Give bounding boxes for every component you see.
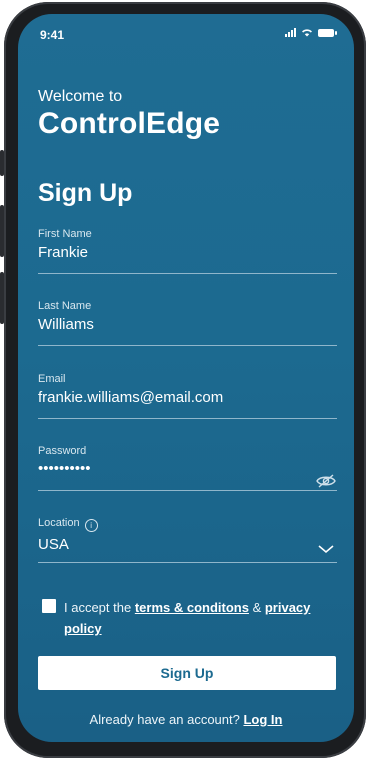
- eye-off-icon[interactable]: [315, 473, 337, 489]
- login-link[interactable]: Log In: [243, 712, 282, 727]
- email-field[interactable]: Email frankie.williams@email.com: [38, 373, 337, 419]
- location-value[interactable]: USA: [38, 536, 337, 556]
- field-underline: [38, 273, 337, 274]
- last-name-input[interactable]: Williams: [38, 316, 337, 336]
- terms-text: I accept the terms & conditons & privacy…: [64, 597, 342, 639]
- side-button: [0, 272, 4, 324]
- location-label: Location: [38, 517, 80, 529]
- brand-name: ControlEdge: [38, 107, 221, 140]
- password-field[interactable]: Password ••••••••••: [38, 445, 337, 491]
- terms-row: I accept the terms & conditons & privacy…: [42, 597, 342, 639]
- password-label: Password: [38, 445, 87, 457]
- terms-prefix: I accept the: [64, 600, 135, 615]
- email-input[interactable]: frankie.williams@email.com: [38, 389, 337, 409]
- chevron-down-icon[interactable]: [317, 543, 335, 555]
- page-title: Sign Up: [38, 179, 133, 207]
- field-underline: [38, 345, 337, 346]
- first-name-label: First Name: [38, 228, 92, 240]
- password-input[interactable]: ••••••••••: [38, 461, 337, 481]
- status-icons: [285, 28, 337, 37]
- field-underline: [38, 418, 337, 419]
- terms-middle: &: [248, 600, 265, 615]
- welcome-text: Welcome to: [38, 88, 123, 105]
- login-row: Already have an account? Log In: [18, 712, 354, 727]
- terms-checkbox[interactable]: [42, 599, 56, 613]
- app-screen: 9:41 Welcome to ControlEdge Sign Up Firs…: [18, 14, 354, 742]
- signup-button[interactable]: Sign Up: [38, 656, 336, 690]
- first-name-input[interactable]: Frankie: [38, 244, 337, 264]
- status-bar: 9:41: [18, 14, 354, 44]
- location-label-row: Location i: [38, 517, 337, 532]
- side-button: [0, 205, 4, 257]
- field-underline: [38, 490, 337, 491]
- signal-icon: [285, 28, 296, 37]
- status-time: 9:41: [40, 28, 65, 42]
- terms-link[interactable]: terms & conditons: [135, 600, 249, 615]
- field-underline: [38, 562, 337, 563]
- side-button: [0, 150, 4, 176]
- info-icon[interactable]: i: [84, 519, 98, 532]
- email-label: Email: [38, 373, 66, 385]
- location-select[interactable]: Location i USA: [38, 517, 337, 563]
- battery-icon: [318, 28, 337, 37]
- last-name-label: Last Name: [38, 300, 92, 312]
- wifi-icon: [302, 29, 312, 37]
- first-name-field[interactable]: First Name Frankie: [38, 228, 337, 274]
- last-name-field[interactable]: Last Name Williams: [38, 300, 337, 346]
- login-prompt: Already have an account?: [89, 712, 244, 727]
